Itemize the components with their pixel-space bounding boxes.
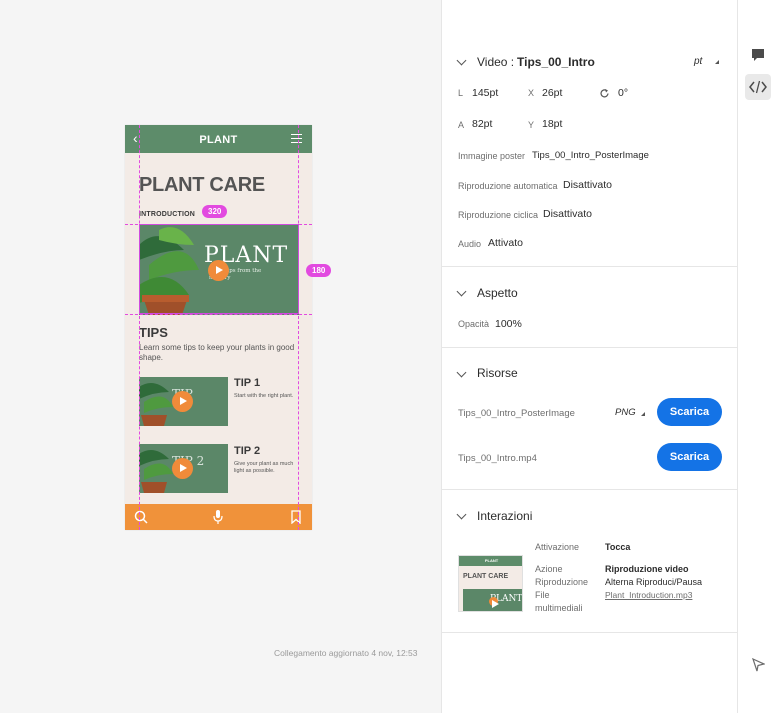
- link-updated-note: Collegamento aggiornato 4 nov, 12:53: [274, 648, 418, 658]
- file-label-2: multimediali: [535, 603, 583, 613]
- play-label: Riproduzione: [535, 577, 589, 587]
- width-value: 145pt: [472, 87, 499, 99]
- divider: [442, 347, 738, 348]
- opacity-value: 100%: [495, 318, 522, 330]
- interazioni-title: Interazioni: [477, 509, 533, 523]
- divider: [442, 632, 738, 633]
- code-icon[interactable]: [745, 74, 771, 100]
- file-label: File: [535, 590, 550, 600]
- height-tag: 180: [306, 264, 332, 277]
- width-tag: 320: [202, 205, 228, 218]
- tip-1-video[interactable]: TIP: [139, 377, 228, 426]
- aspetto-title: Aspetto: [477, 286, 518, 300]
- file-link[interactable]: Plant_Introduction.mp3: [605, 590, 692, 600]
- opacity-label: Opacità: [458, 319, 490, 329]
- bookmark-icon[interactable]: [291, 510, 301, 524]
- selection-box: [139, 224, 299, 314]
- guide-line: [139, 125, 140, 530]
- guide-line: [125, 314, 312, 315]
- divider: [442, 489, 738, 490]
- comment-icon[interactable]: [745, 42, 771, 68]
- divider: [442, 266, 738, 267]
- unit-select[interactable]: pt: [694, 56, 702, 67]
- thumb-video: PLANT: [463, 589, 522, 611]
- download-button[interactable]: Scarica: [657, 443, 722, 471]
- autoplay-label: Riproduzione automatica: [458, 181, 558, 191]
- loop-value: Disattivato: [543, 208, 593, 220]
- flag-icon[interactable]: [745, 652, 771, 678]
- guide-line: [298, 125, 299, 530]
- artboard-footer: [125, 504, 312, 530]
- thumb-header: PLANT: [459, 556, 522, 566]
- rotation-icon: [600, 89, 609, 98]
- width-label: L: [458, 88, 464, 98]
- properties-panel: Video : Tips_00_Intro pt L 145pt X 26pt …: [441, 0, 738, 713]
- activation-label: Attivazione: [535, 542, 580, 552]
- intro-label: INTRODUCTION: [139, 211, 196, 218]
- chevron-down-icon[interactable]: [456, 55, 467, 66]
- action-value: Riproduzione video: [605, 564, 689, 574]
- asset-name: Tips_00_Intro_PosterImage: [458, 408, 575, 419]
- play-value: Alterna Riproduci/Pausa: [605, 577, 703, 587]
- tip-2-title: TIP 2: [234, 445, 261, 457]
- dropdown-corner-icon: [641, 412, 645, 416]
- interaction-thumbnail[interactable]: PLANT PLANT CARE PLANT: [458, 555, 523, 612]
- tip-2-video[interactable]: TIP 2: [139, 444, 228, 493]
- autoplay-value: Disattivato: [563, 179, 613, 191]
- loop-label: Riproduzione ciclica: [458, 210, 539, 220]
- play-icon[interactable]: [172, 458, 193, 479]
- video-name: Tips_00_Intro: [517, 55, 595, 69]
- play-icon[interactable]: [172, 391, 193, 412]
- format-select[interactable]: PNG: [615, 407, 636, 418]
- artboard-plant[interactable]: ‹ PLANT PLANT CARE INTRODUCTION PLANT Pl…: [125, 125, 312, 530]
- tips-heading: TIPS: [139, 325, 168, 340]
- action-label: Azione: [535, 564, 563, 574]
- design-canvas: ‹ PLANT PLANT CARE INTRODUCTION PLANT Pl…: [0, 0, 441, 713]
- x-value: 26pt: [542, 87, 563, 99]
- artboard-header: ‹ PLANT: [125, 125, 312, 153]
- height-value: 82pt: [472, 118, 493, 130]
- page-heading: PLANT CARE: [139, 174, 265, 196]
- poster-label: Immagine poster: [458, 151, 526, 161]
- audio-label: Audio: [458, 239, 482, 249]
- activation-value: Tocca: [605, 542, 631, 552]
- play-icon: [489, 597, 500, 608]
- right-rail: [737, 0, 776, 713]
- artboard-title: PLANT: [199, 134, 238, 146]
- tips-description: Learn some tips to keep your plants in g…: [139, 343, 295, 362]
- y-label: Y: [528, 120, 535, 130]
- tip-1-desc: Start with the right plant.: [234, 393, 294, 399]
- tip-2-desc: Give your plant as much light as possibl…: [234, 461, 294, 475]
- video-label: Video :: [477, 55, 515, 69]
- asset-name: Tips_00_Intro.mp4: [458, 453, 537, 464]
- tip-1-title: TIP 1: [234, 377, 261, 389]
- height-label: A: [458, 120, 465, 130]
- y-value: 18pt: [542, 118, 563, 130]
- chevron-down-icon[interactable]: [456, 367, 467, 378]
- x-label: X: [528, 88, 535, 98]
- microphone-icon[interactable]: [213, 510, 223, 524]
- chevron-down-icon[interactable]: [456, 509, 467, 520]
- chevron-down-icon[interactable]: [456, 286, 467, 297]
- risorse-title: Risorse: [477, 366, 518, 380]
- menu-icon[interactable]: [291, 134, 302, 143]
- rotation-value: 0°: [618, 87, 629, 99]
- poster-value: Tips_00_Intro_PosterImage: [532, 150, 649, 161]
- thumb-heading: PLANT CARE: [463, 573, 509, 580]
- download-button[interactable]: Scarica: [657, 398, 722, 426]
- audio-value: Attivato: [488, 237, 524, 249]
- dropdown-corner-icon: [715, 60, 719, 64]
- search-icon[interactable]: [134, 510, 148, 524]
